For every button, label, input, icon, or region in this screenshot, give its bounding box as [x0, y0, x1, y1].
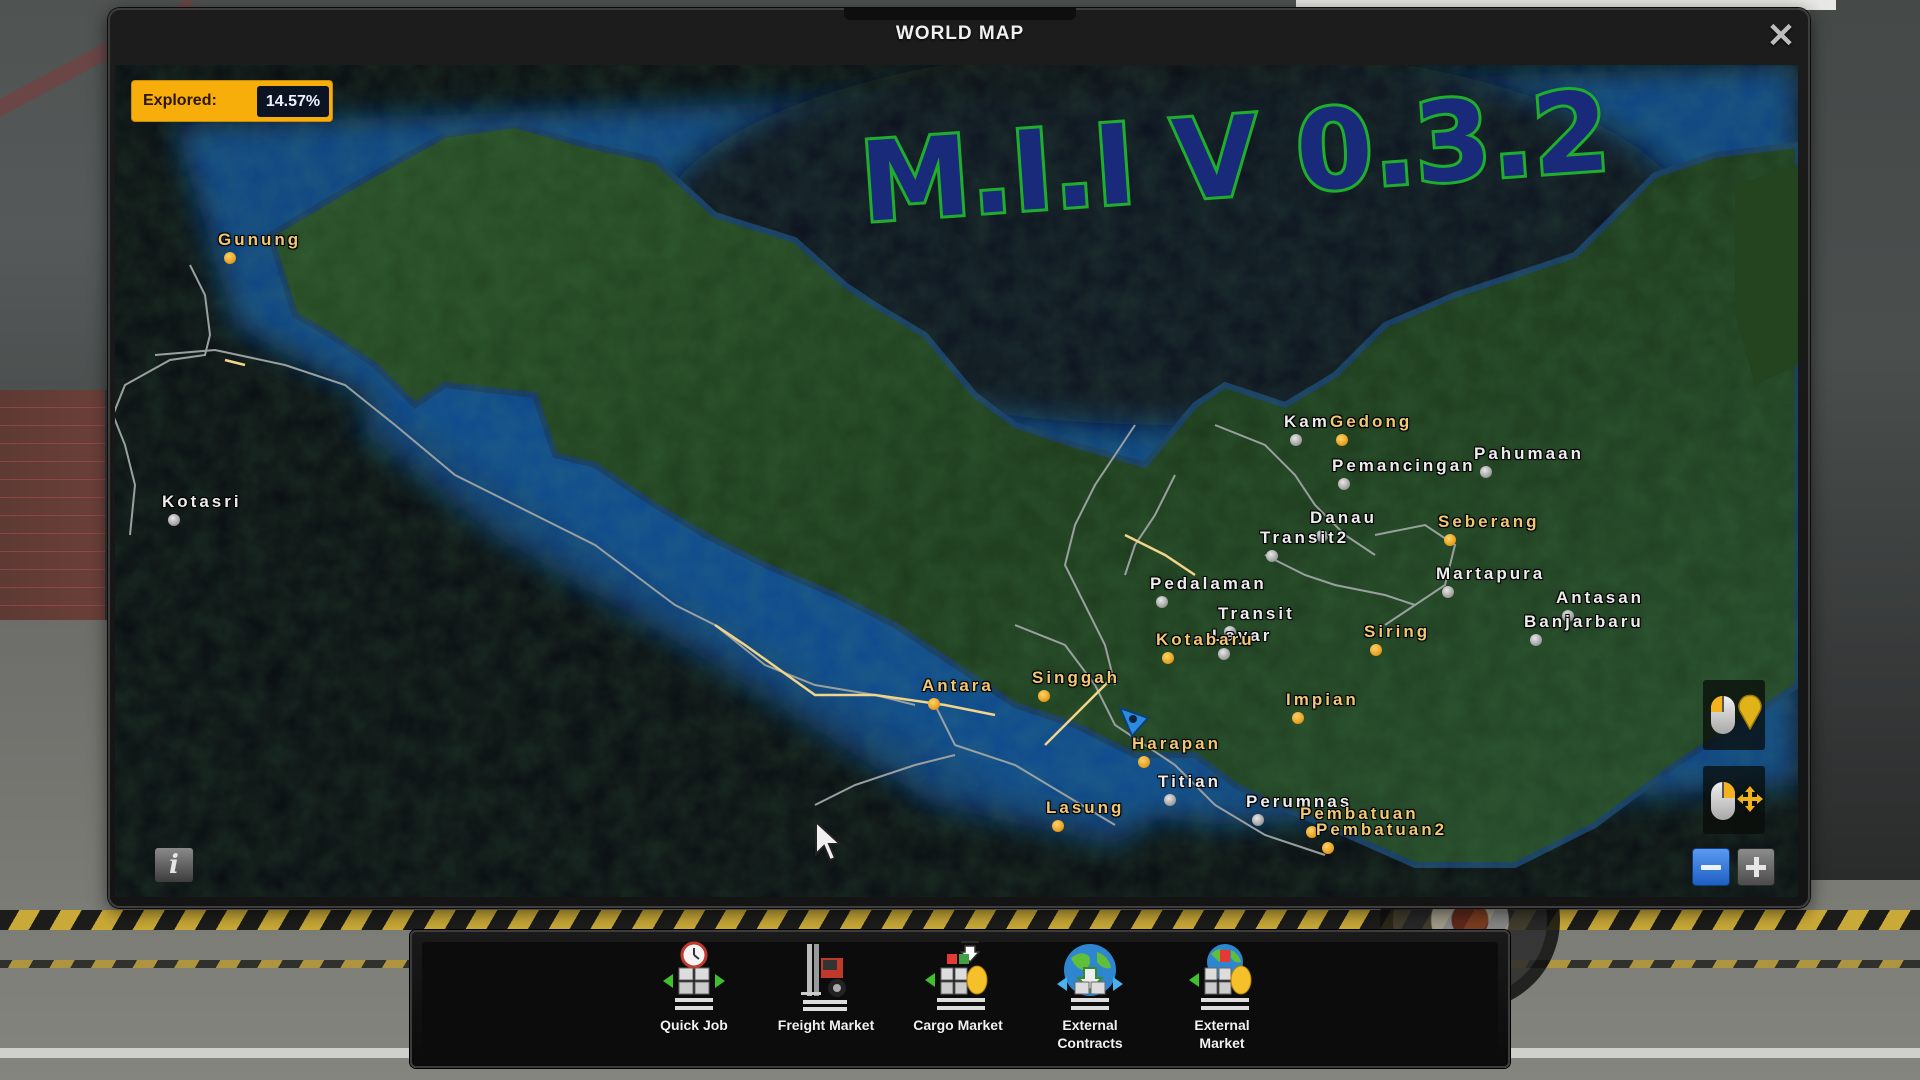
city-label: Martapura [1436, 564, 1546, 583]
mouse-right-click-icon [1711, 782, 1735, 820]
mouse-left-click-icon [1711, 696, 1735, 734]
city-dot-icon [1156, 596, 1168, 608]
cargo-market-label: Cargo Market [913, 1017, 1003, 1033]
city-label: Antara [922, 676, 994, 695]
job-toolbar: Quick Job Freight Market Cargo Market Ex… [410, 930, 1510, 1068]
city-label: Kotasri [162, 492, 242, 511]
info-icon: i [169, 850, 179, 880]
freight-market-label: Freight Market [777, 1017, 875, 1033]
city-label: Kotabaru [1156, 630, 1255, 649]
city-label: Antasan [1556, 588, 1645, 607]
label-line: Market [1199, 1035, 1245, 1051]
city-label: Pedalaman [1150, 574, 1267, 593]
label-line: Contracts [1057, 1035, 1123, 1051]
city-dot-icon [1162, 652, 1174, 664]
city-label: Banjarbaru [1524, 612, 1644, 631]
land-texture [115, 65, 1798, 897]
city-label: Danau [1310, 508, 1377, 527]
city-dot-icon [1480, 466, 1492, 478]
city-label: Seberang [1438, 512, 1540, 531]
quick-job-button[interactable]: Quick Job [634, 940, 754, 1060]
city-dot-icon [224, 252, 236, 264]
explored-value: 14.57% [257, 86, 329, 117]
info-button[interactable]: i [155, 848, 193, 882]
city-label: Pahumaan [1474, 444, 1584, 463]
city-dot-icon [1290, 434, 1302, 446]
city-dot-icon [1266, 550, 1278, 562]
city-dot-icon [1338, 478, 1350, 490]
city-dot-icon [1038, 690, 1050, 702]
waypoint-hint-panel [1703, 680, 1765, 750]
waypoint-pin-icon [1738, 694, 1762, 730]
close-button[interactable]: ✕ [1764, 19, 1798, 53]
city-label: Impian [1286, 690, 1359, 709]
cargo-market-button[interactable]: Cargo Market [898, 940, 1018, 1060]
city-dot-icon [1370, 644, 1382, 656]
external-contracts-icon [1057, 944, 1123, 1010]
mouse-cursor-icon [815, 820, 843, 862]
pan-move-icon [1737, 786, 1763, 812]
zoom-out-button[interactable] [1692, 848, 1730, 886]
city-label: Pemancingan [1332, 456, 1476, 475]
label-line: External [1062, 1017, 1118, 1033]
external-market-button[interactable]: External Market [1162, 940, 1282, 1060]
label-line: External [1194, 1017, 1250, 1033]
background-door [1810, 0, 1920, 880]
freight-market-button[interactable]: Freight Market [766, 940, 886, 1060]
close-x-icon: ✕ [1766, 17, 1796, 55]
city-dot-icon [1444, 534, 1456, 546]
zoom-in-button[interactable] [1737, 848, 1775, 886]
city-dot-icon [1252, 814, 1264, 826]
explored-badge: Explored: 14.57% [131, 80, 333, 122]
city-label: Transit2 [1260, 528, 1350, 547]
external-contracts-label: External Contracts [1030, 1016, 1150, 1052]
city-label: Gunung [218, 230, 302, 249]
window-top-tab [844, 8, 1076, 20]
hazard-stripe [0, 910, 1920, 930]
external-contracts-button[interactable]: External Contracts [1030, 940, 1150, 1060]
external-market-icon [1189, 944, 1252, 1010]
cargo-market-icon [925, 941, 988, 1010]
city-dot-icon [1138, 756, 1150, 768]
pan-hint-panel [1703, 766, 1765, 834]
map-viewport[interactable]: M.I.I V 0.3.2 [115, 65, 1798, 897]
city-dot-icon [168, 514, 180, 526]
city-label: Singgah [1032, 668, 1121, 687]
city-label: Pembatuan2 [1316, 820, 1448, 839]
city-label: Transit [1218, 604, 1295, 623]
city-dot-icon [1164, 794, 1176, 806]
window-title: WORLD MAP [895, 23, 1025, 44]
city-label: Siring [1364, 622, 1431, 641]
player-truck-arrow-icon [1118, 706, 1150, 738]
external-market-label: External Market [1162, 1016, 1282, 1052]
city-dot-icon [1322, 842, 1334, 854]
quick-job-icon [663, 941, 725, 1010]
map-terrain[interactable] [115, 65, 1798, 897]
city-dot-icon [928, 698, 940, 710]
quick-job-label: Quick Job [660, 1017, 728, 1033]
city-dot-icon [1052, 820, 1064, 832]
background-brick-wall [0, 390, 105, 620]
city-label: Lasung [1046, 798, 1125, 817]
explored-label: Explored: [143, 92, 217, 109]
city-dot-icon [1530, 634, 1542, 646]
city-dot-icon [1292, 712, 1304, 724]
city-dot-icon [1442, 586, 1454, 598]
freight-market-icon [801, 944, 847, 1011]
city-label: Kam [1284, 412, 1330, 431]
city-label: Gedong [1330, 412, 1413, 431]
city-dot-icon [1336, 434, 1348, 446]
city-label: Titian [1158, 772, 1222, 791]
